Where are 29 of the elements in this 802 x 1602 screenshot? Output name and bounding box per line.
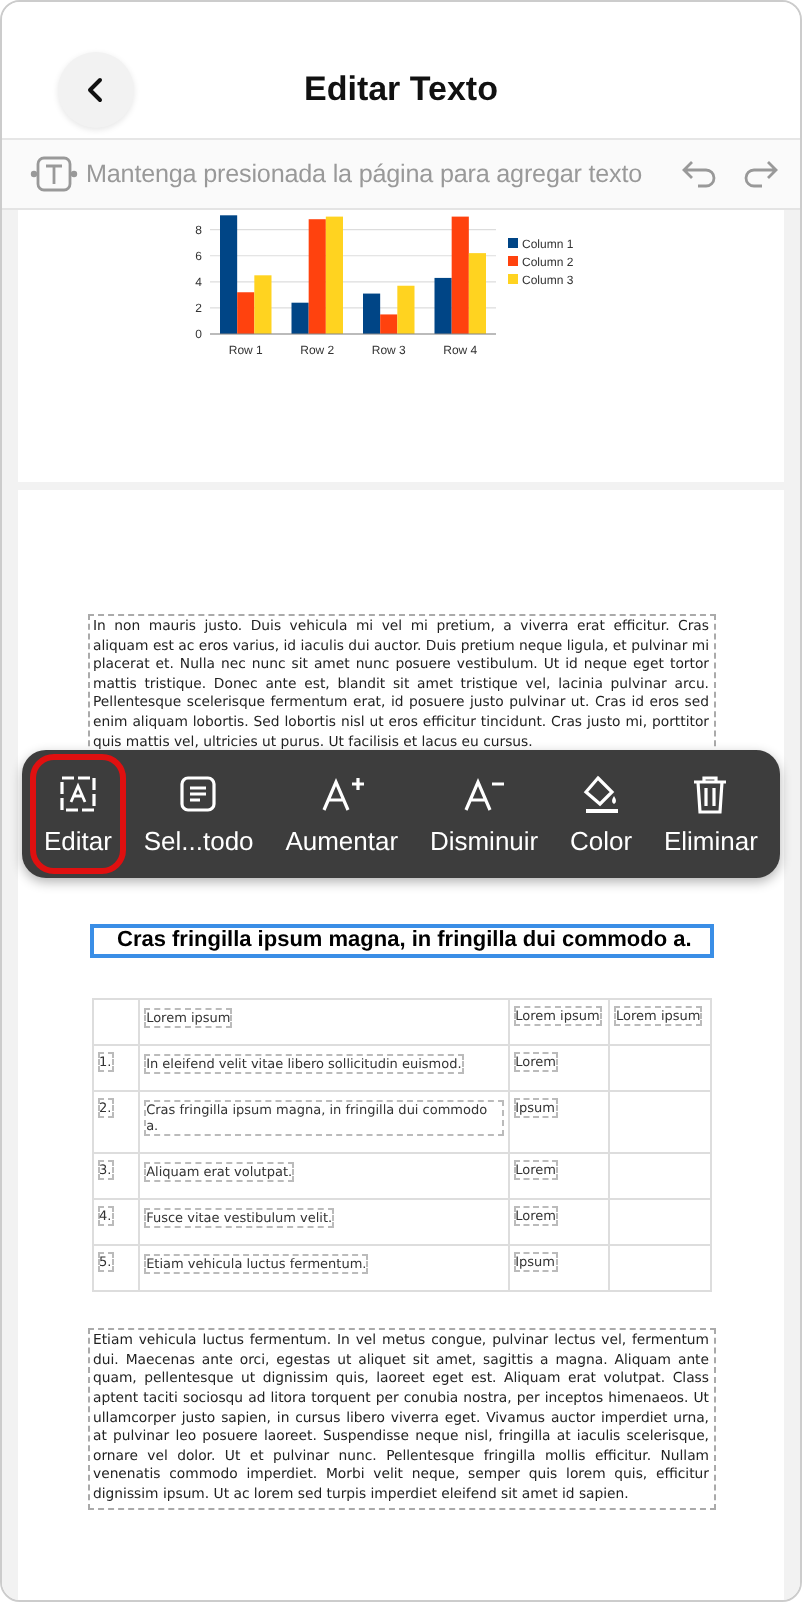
font-increase-icon xyxy=(319,772,364,816)
bar xyxy=(397,285,415,334)
toolbar-button[interactable]: Disminuir xyxy=(415,754,553,874)
toolbar-button[interactable]: Editar xyxy=(30,754,126,874)
lines-icon xyxy=(176,772,221,816)
toolbar-button[interactable]: Eliminar xyxy=(649,754,772,874)
toolbar-button[interactable]: Color xyxy=(556,754,647,874)
bar xyxy=(468,253,486,334)
bar xyxy=(363,293,381,334)
toolbar-button[interactable]: Sel...todo xyxy=(129,754,268,874)
redo-icon[interactable] xyxy=(740,158,780,190)
selected-heading-text[interactable]: Cras fringilla ipsum magna, in fringilla dui commodo a. xyxy=(89,924,713,959)
bar xyxy=(434,277,452,334)
bar xyxy=(325,216,343,334)
toolbar-button[interactable]: Aumentar xyxy=(271,754,413,874)
bar xyxy=(220,215,238,334)
page-title: Editar Texto xyxy=(304,70,498,110)
hint-field[interactable]: Mantenga presionada la página para agregar texto xyxy=(86,160,672,188)
bar xyxy=(291,302,309,334)
edit-text-icon xyxy=(55,772,100,816)
bar xyxy=(380,314,398,334)
bar xyxy=(308,219,326,334)
text-box-icon xyxy=(30,154,78,194)
undo-icon[interactable] xyxy=(680,158,720,190)
paint-bucket-icon xyxy=(579,772,624,816)
bar xyxy=(254,275,272,334)
bar xyxy=(237,292,255,334)
bar xyxy=(451,216,469,334)
back-button[interactable] xyxy=(58,52,134,128)
